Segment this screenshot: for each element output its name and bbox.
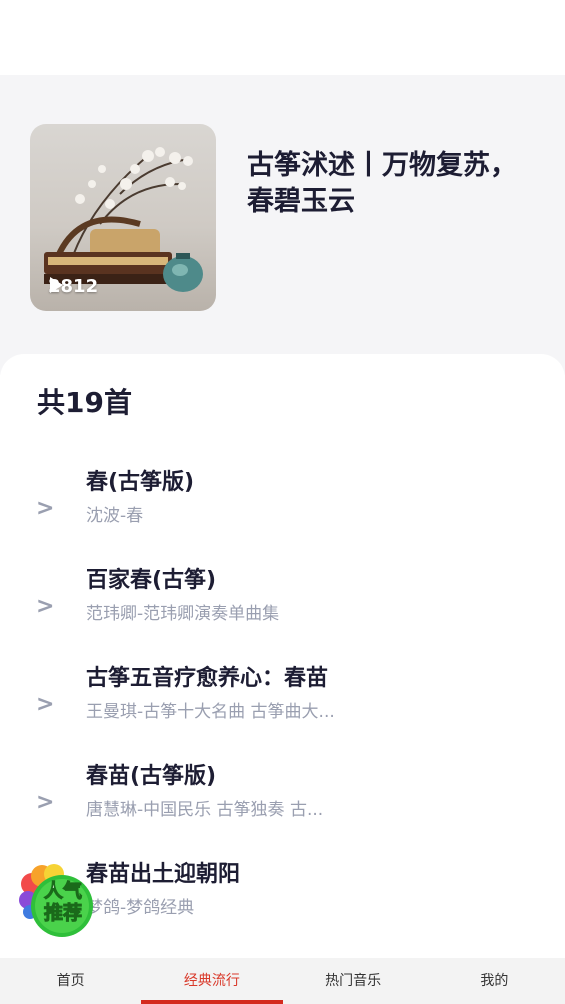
song-artist-album: 范玮卿-范玮卿演奏单曲集 <box>86 604 280 624</box>
active-tab-indicator <box>141 1000 283 1004</box>
song-title: 百家春(古筝) <box>86 568 217 593</box>
list-item[interactable]: > 百家春(古筝) 范玮卿-范玮卿演奏单曲集 <box>0 566 565 646</box>
list-item[interactable]: > 古筝五音疗愈养心：春苗 王曼琪-古筝十大名曲 古筝曲大... <box>0 664 565 744</box>
badge-text: 人气 推荐 <box>38 880 88 925</box>
chevron-right-icon: > <box>36 594 55 619</box>
song-artist-album: 王曼琪-古筝十大名曲 古筝曲大... <box>86 702 335 722</box>
playlist-cover[interactable]: 2812 <box>30 124 216 311</box>
song-title: 春(古筝版) <box>86 470 195 495</box>
tab-label: 首页 <box>56 973 85 989</box>
song-artist-album: 梦鸽-梦鸽经典 <box>86 898 195 918</box>
tab-label: 热门音乐 <box>325 973 382 989</box>
chevron-right-icon: > <box>36 496 55 521</box>
song-artist-album: 唐慧琳-中国民乐 古筝独奏 古... <box>86 800 324 820</box>
song-artist-album: 沈波-春 <box>86 506 144 526</box>
play-icon <box>50 277 63 293</box>
status-bar <box>0 0 565 75</box>
song-title: 春苗出土迎朝阳 <box>86 862 241 887</box>
chevron-right-icon: > <box>36 692 55 717</box>
tab-mine[interactable]: 我的 <box>424 958 565 1004</box>
list-item[interactable]: > 春(古筝版) 沈波-春 <box>0 468 565 548</box>
tab-home[interactable]: 首页 <box>0 958 141 1004</box>
tab-classic-pop[interactable]: 经典流行 <box>141 958 283 1004</box>
list-item[interactable]: > 春苗(古筝版) 唐慧琳-中国民乐 古筝独奏 古... <box>0 762 565 842</box>
playlist-title: 古筝沭述丨万物复苏，春碧玉云 <box>247 150 517 217</box>
badge-line-1: 人气 <box>43 880 82 903</box>
badge-line-2: 推荐 <box>43 902 82 925</box>
song-title: 春苗(古筝版) <box>86 764 217 789</box>
bottom-tab-bar: 首页 经典流行 热门音乐 我的 <box>0 958 565 1004</box>
popular-recommend-badge[interactable]: 人气 推荐 <box>18 862 96 940</box>
song-title: 古筝五音疗愈养心：春苗 <box>86 666 329 691</box>
tab-hot-music[interactable]: 热门音乐 <box>283 958 424 1004</box>
playlist-page: 2812 古筝沭述丨万物复苏，春碧玉云 共19首 > 春(古筝版) 沈波-春 >… <box>0 0 565 1004</box>
tab-label: 我的 <box>480 973 509 989</box>
song-count: 共19首 <box>37 386 132 419</box>
tab-label: 经典流行 <box>183 973 240 989</box>
chevron-right-icon: > <box>36 790 55 815</box>
play-count: 2812 <box>48 276 98 297</box>
